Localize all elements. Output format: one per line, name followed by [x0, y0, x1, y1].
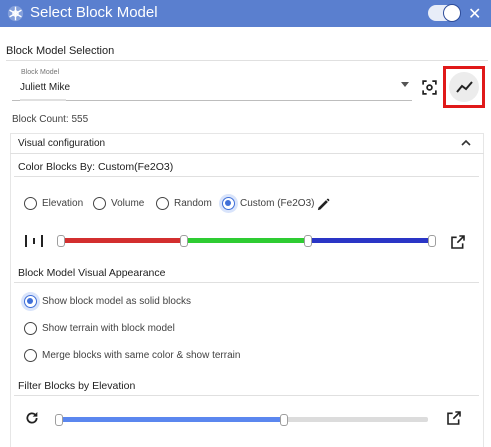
filter-track-fill [59, 417, 284, 422]
color-segment-green [184, 238, 308, 243]
open-external-icon[interactable] [446, 410, 462, 426]
slider-thumb[interactable] [280, 414, 288, 426]
mode-toggle[interactable] [428, 4, 461, 22]
radio-button[interactable] [222, 197, 235, 210]
radio-button[interactable] [24, 349, 37, 362]
app-logo-icon [7, 5, 24, 22]
appearance-option-solid[interactable]: Show block model as solid blocks [24, 295, 191, 308]
pencil-icon[interactable] [316, 197, 331, 212]
divider [6, 60, 488, 61]
appearance-option-merge[interactable]: Merge blocks with same color & show terr… [24, 349, 240, 362]
window-title: Select Block Model [30, 4, 158, 21]
radio-button[interactable] [24, 197, 37, 210]
radio-button[interactable] [156, 197, 169, 210]
panel-title: Visual configuration [18, 138, 106, 149]
field-underline [20, 99, 66, 101]
divider [14, 395, 479, 396]
divider [14, 282, 479, 283]
slider-thumb[interactable] [180, 235, 188, 247]
block-model-select[interactable]: Block Model Juliett Mike [12, 68, 412, 101]
trend-line-icon [456, 81, 473, 93]
dropdown-arrow-icon[interactable] [401, 82, 409, 87]
block-count: Block Count: 555 [12, 114, 89, 125]
refresh-icon[interactable] [24, 410, 40, 426]
color-segment-blue [308, 238, 432, 243]
title-bar: Select Block Model ✕ [0, 0, 491, 27]
radio-label: Show block model as solid blocks [42, 296, 191, 307]
color-option-random[interactable]: Random [156, 197, 212, 210]
color-segment-red [61, 238, 184, 243]
slider-thumb[interactable] [55, 414, 63, 426]
radio-label: Volume [111, 198, 145, 209]
focus-scan-icon[interactable] [421, 79, 438, 96]
slider-thumb[interactable] [428, 235, 436, 247]
stats-button-highlight[interactable] [443, 66, 485, 108]
divider [10, 153, 484, 154]
color-option-elevation[interactable]: Elevation [24, 197, 83, 210]
chevron-up-icon[interactable] [460, 138, 472, 148]
appearance-heading: Block Model Visual Appearance [18, 267, 166, 279]
radio-label: Show terrain with block model [42, 323, 175, 334]
color-heading: Color Blocks By: Custom(Fe2O3) [18, 161, 174, 173]
color-option-custom[interactable]: Custom (Fe2O3) [222, 197, 314, 210]
toggle-knob[interactable] [443, 4, 461, 22]
slider-thumb[interactable] [304, 235, 312, 247]
color-option-volume[interactable]: Volume [93, 197, 144, 210]
radio-label: Random [174, 198, 212, 209]
radio-label: Custom (Fe2O3) [240, 198, 315, 209]
radio-label: Elevation [42, 198, 84, 209]
visual-config-panel [10, 133, 484, 447]
radio-button[interactable] [24, 295, 37, 308]
open-external-icon[interactable] [450, 234, 466, 250]
field-label: Block Model [21, 69, 60, 76]
stats-button[interactable] [449, 72, 479, 102]
filter-heading: Filter Blocks by Elevation [18, 380, 136, 392]
section-heading-selection: Block Model Selection [6, 45, 115, 57]
appearance-option-terrain[interactable]: Show terrain with block model [24, 322, 175, 335]
field-value: Juliett Mike [20, 82, 71, 93]
close-icon[interactable]: ✕ [468, 4, 481, 24]
radio-button[interactable] [24, 322, 37, 335]
divider [14, 176, 479, 177]
radio-button[interactable] [93, 197, 106, 210]
radio-label: Merge blocks with same color & show terr… [42, 350, 241, 361]
column-split-icon[interactable] [24, 233, 44, 249]
slider-thumb[interactable] [57, 235, 65, 247]
